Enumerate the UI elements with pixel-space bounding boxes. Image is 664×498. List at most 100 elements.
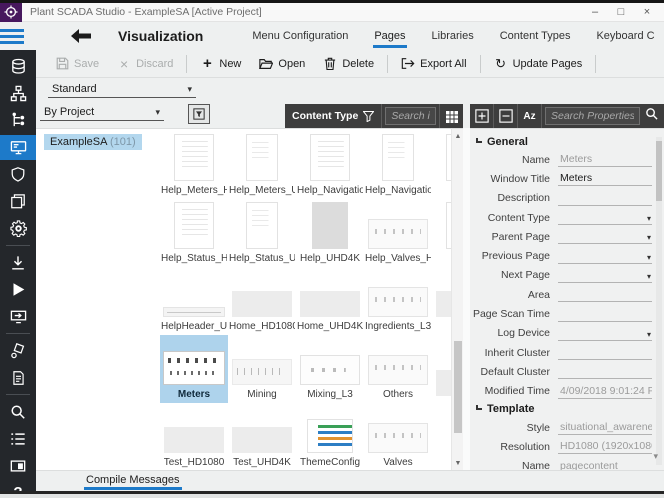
page-card[interactable]: Help_UHD4K (296, 199, 364, 267)
group-by-dropdown[interactable]: By Project ▾ (40, 106, 164, 121)
field-previous-page[interactable]: ▾ (558, 249, 652, 264)
delete-button[interactable]: Delete (314, 52, 383, 76)
tree-item-examplesa[interactable]: ExampleSA (101) (44, 134, 142, 150)
tab-menu-configuration[interactable]: Menu Configuration (239, 23, 361, 50)
properties-filter-bar: Az (470, 104, 664, 128)
page-card[interactable]: Mining (228, 335, 296, 403)
section-template[interactable]: Template (470, 401, 664, 418)
close-icon[interactable]: × (636, 4, 658, 20)
tab-pages[interactable]: Pages (361, 23, 418, 50)
page-card[interactable]: Ingredients_L3 (364, 267, 432, 335)
scrollbar-thumb[interactable] (656, 141, 662, 201)
page-card[interactable]: H (432, 199, 451, 267)
page-card-selected[interactable]: Meters (160, 335, 228, 403)
field-description[interactable] (558, 191, 652, 206)
field-area[interactable] (558, 287, 652, 302)
page-card[interactable]: HelpHeader_U... (160, 267, 228, 335)
grid-view-button[interactable] (439, 104, 463, 128)
page-card[interactable] (432, 335, 451, 403)
panel-window-icon[interactable] (0, 453, 36, 478)
page-card[interactable]: Help_Status_U... (228, 199, 296, 267)
settings-gear-icon[interactable] (0, 216, 36, 241)
properties-scrollbar[interactable] (656, 137, 662, 465)
page-card[interactable]: Help_Meters_U... (228, 131, 296, 199)
page-thumbnail (307, 419, 353, 453)
compile-messages-tab[interactable]: Compile Messages (84, 472, 182, 490)
tab-content-types[interactable]: Content Types (487, 23, 584, 50)
security-shield-icon[interactable] (0, 162, 36, 187)
navigation-bar: Visualization Menu Configuration Pages L… (0, 22, 664, 50)
collapse-all-icon (499, 109, 513, 123)
view-mode-dropdown[interactable]: Standard ▾ (48, 83, 196, 98)
page-card[interactable]: Help_Navigatio... (296, 131, 364, 199)
page-card[interactable]: ThemeConfig (296, 403, 364, 470)
field-page-scan-time[interactable] (558, 307, 652, 322)
page-card[interactable]: Others (364, 335, 432, 403)
page-card[interactable]: Help_Status_H... (160, 199, 228, 267)
page-thumbnail (232, 427, 292, 453)
collapse-all-button[interactable] (494, 104, 518, 128)
topology-icon[interactable] (0, 81, 36, 106)
maximize-icon[interactable]: □ (610, 4, 632, 20)
database-icon[interactable] (0, 54, 36, 79)
tab-keyboard[interactable]: Keyboard C (583, 23, 664, 50)
page-card[interactable]: Test_HD1080 (160, 403, 228, 470)
sort-az-button[interactable]: Az (518, 104, 542, 128)
search-tool-icon[interactable] (0, 399, 36, 424)
analyst-icon[interactable] (0, 338, 36, 363)
download-deploy-icon[interactable] (0, 250, 36, 275)
property-label: Next Page (470, 269, 558, 281)
page-card[interactable]: H (432, 131, 451, 199)
visualization-icon[interactable] (0, 135, 36, 160)
back-arrow-icon[interactable] (70, 28, 92, 44)
toolbar-separator (595, 55, 596, 73)
expand-all-button[interactable] (470, 104, 494, 128)
search-properties-input[interactable] (545, 107, 640, 125)
collapse-icon (476, 405, 482, 410)
tree-filter-button[interactable] (188, 104, 210, 124)
pages-copy-icon[interactable] (0, 189, 36, 214)
properties-panel: General NameMeters Window TitleMeters De… (470, 128, 664, 470)
field-parent-page[interactable]: ▾ (558, 229, 652, 244)
hamburger-menu-icon[interactable] (0, 22, 24, 50)
log-document-icon[interactable] (0, 365, 36, 390)
deploy-monitor-icon[interactable] (0, 304, 36, 329)
runtime-play-icon[interactable] (0, 277, 36, 302)
page-card[interactable]: M (432, 267, 451, 335)
field-content-type[interactable]: ▾ (558, 210, 652, 225)
search-items-input[interactable] (385, 107, 436, 125)
grid-scrollbar[interactable]: ▲ ▼ (451, 128, 463, 470)
minimize-icon[interactable]: – (584, 4, 606, 20)
page-card[interactable]: Home_UHD4K (296, 267, 364, 335)
field-window-title[interactable]: Meters (558, 171, 652, 186)
tab-libraries[interactable]: Libraries (419, 23, 487, 50)
toolbar-separator (387, 55, 388, 73)
sidebar-divider (6, 394, 30, 395)
page-card[interactable] (432, 403, 451, 470)
tags-tree-icon[interactable] (0, 108, 36, 133)
page-card[interactable]: Test_UHD4K (228, 403, 296, 470)
page-thumbnail (368, 423, 428, 453)
chevron-down-icon[interactable]: ▾ (653, 451, 658, 462)
page-card[interactable]: Help_Valves_H... (364, 199, 432, 267)
new-button[interactable]: + New (191, 52, 250, 76)
field-next-page[interactable]: ▾ (558, 268, 652, 283)
save-button[interactable]: Save (46, 52, 108, 76)
property-label: Resolution (470, 441, 558, 453)
update-pages-button[interactable]: ↻ Update Pages (485, 52, 592, 76)
list-icon[interactable] (0, 426, 36, 451)
property-label: Description (470, 192, 558, 204)
export-all-button[interactable]: Export All (392, 52, 475, 76)
page-card[interactable]: Mixing_L3 (296, 335, 364, 403)
discard-button[interactable]: × Discard (108, 52, 182, 76)
section-general[interactable]: General (470, 133, 664, 150)
open-button[interactable]: Open (250, 52, 314, 76)
sidebar-divider (6, 333, 30, 334)
page-card[interactable]: Valves (364, 403, 432, 470)
content-type-filter-button[interactable]: Content Type (285, 104, 382, 128)
page-card[interactable]: Help_Meters_H... (160, 131, 228, 199)
scrollbar-thumb[interactable] (454, 341, 462, 433)
page-card[interactable]: Help_Navigatio... (364, 131, 432, 199)
page-card[interactable]: Home_HD1080 (228, 267, 296, 335)
field-log-device[interactable]: ▾ (558, 326, 652, 341)
